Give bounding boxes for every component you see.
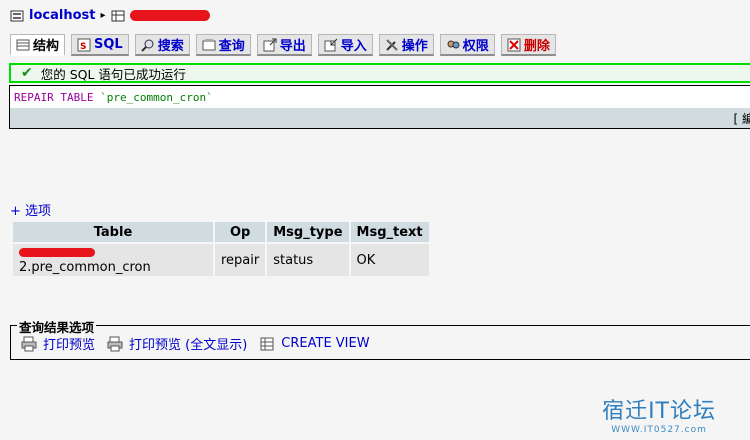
server-icon — [10, 10, 24, 22]
tab-query[interactable]: 查询 — [195, 34, 251, 56]
query-result-actions: 打印预览 打印预览 (全文显示) CREATE VIEW — [21, 334, 376, 353]
watermark-title: 宿迁IT论坛 — [602, 399, 716, 424]
tab-bar: 结构 S SQL 搜索 查询 导出 导入 操作 权限 删除 — [10, 34, 556, 56]
column-header-msg-type[interactable]: Msg_type — [267, 222, 349, 242]
search-icon — [141, 38, 155, 52]
drop-icon — [507, 38, 521, 52]
tab-import[interactable]: 导入 — [317, 34, 373, 56]
export-icon — [263, 38, 277, 52]
server-link[interactable]: localhost — [29, 8, 95, 23]
cell-msg-type: status — [267, 244, 349, 276]
import-icon — [324, 38, 338, 52]
sql-query-box: REPAIR TABLE `pre_common_cron` [ 編 — [9, 85, 750, 129]
sql-code: REPAIR TABLE `pre_common_cron` — [14, 91, 213, 104]
cell-op: repair — [215, 244, 266, 276]
query-result-options: 查询结果选项 打印预览 打印预览 (全文显示) CREATE VIEW — [10, 317, 750, 360]
sql-icon: S — [77, 38, 91, 52]
tab-drop[interactable]: 删除 — [500, 34, 556, 56]
query-icon — [202, 38, 216, 52]
cell-msg-text: OK — [350, 244, 429, 276]
cell-table: 2.pre_common_cron — [13, 244, 213, 276]
tab-operations[interactable]: 操作 — [378, 34, 434, 56]
breadcrumb: localhost ▸ — [10, 8, 210, 23]
svg-text:S: S — [80, 42, 86, 52]
success-text: 您的 SQL 语句已成功运行 — [40, 66, 186, 82]
column-header-msg-text[interactable]: Msg_text — [350, 222, 429, 242]
watermark-url: WWW.IT0527.com — [611, 425, 707, 435]
success-message: ✔ 您的 SQL 语句已成功运行 — [9, 63, 750, 83]
privileges-icon — [446, 38, 460, 52]
options-toggle[interactable]: + 选项 — [10, 200, 51, 219]
tab-privileges[interactable]: 权限 — [439, 34, 495, 56]
tab-export[interactable]: 导出 — [256, 34, 312, 56]
site-watermark: 宿迁IT论坛 WWW.IT0527.com — [602, 393, 716, 435]
create-view-link[interactable]: CREATE VIEW — [281, 336, 369, 351]
redacted-database-name — [129, 10, 210, 21]
column-header-op[interactable]: Op — [215, 222, 266, 242]
tab-sql[interactable]: S SQL — [71, 34, 129, 56]
breadcrumb-separator: ▸ — [100, 10, 106, 21]
results-table: Table Op Msg_type Msg_text 2.pre_common_… — [11, 220, 431, 278]
tab-search[interactable]: 搜索 — [134, 34, 190, 56]
structure-icon — [16, 38, 30, 52]
table-row: 2.pre_common_cron repair status OK — [13, 244, 429, 276]
edit-link[interactable]: [ 編 — [734, 110, 750, 127]
sql-table-name: `pre_common_cron` — [100, 91, 213, 104]
database-icon — [111, 10, 125, 22]
sql-keyword: REPAIR TABLE — [14, 91, 94, 104]
column-header-table[interactable]: Table — [13, 222, 213, 242]
sql-toolbar: [ 編 — [10, 108, 750, 128]
redacted-database-prefix — [19, 248, 95, 257]
printer-icon[interactable] — [107, 336, 123, 352]
tab-structure[interactable]: 结构 — [10, 34, 66, 56]
checkmark-icon: ✔ — [21, 65, 33, 81]
printer-icon[interactable] — [21, 336, 37, 352]
print-view-full-link[interactable]: 打印预览 (全文显示) — [129, 334, 247, 353]
operations-icon — [385, 38, 399, 52]
print-view-link[interactable]: 打印预览 — [43, 334, 95, 353]
table-header-row: Table Op Msg_type Msg_text — [13, 222, 429, 242]
create-view-icon[interactable] — [259, 336, 275, 352]
